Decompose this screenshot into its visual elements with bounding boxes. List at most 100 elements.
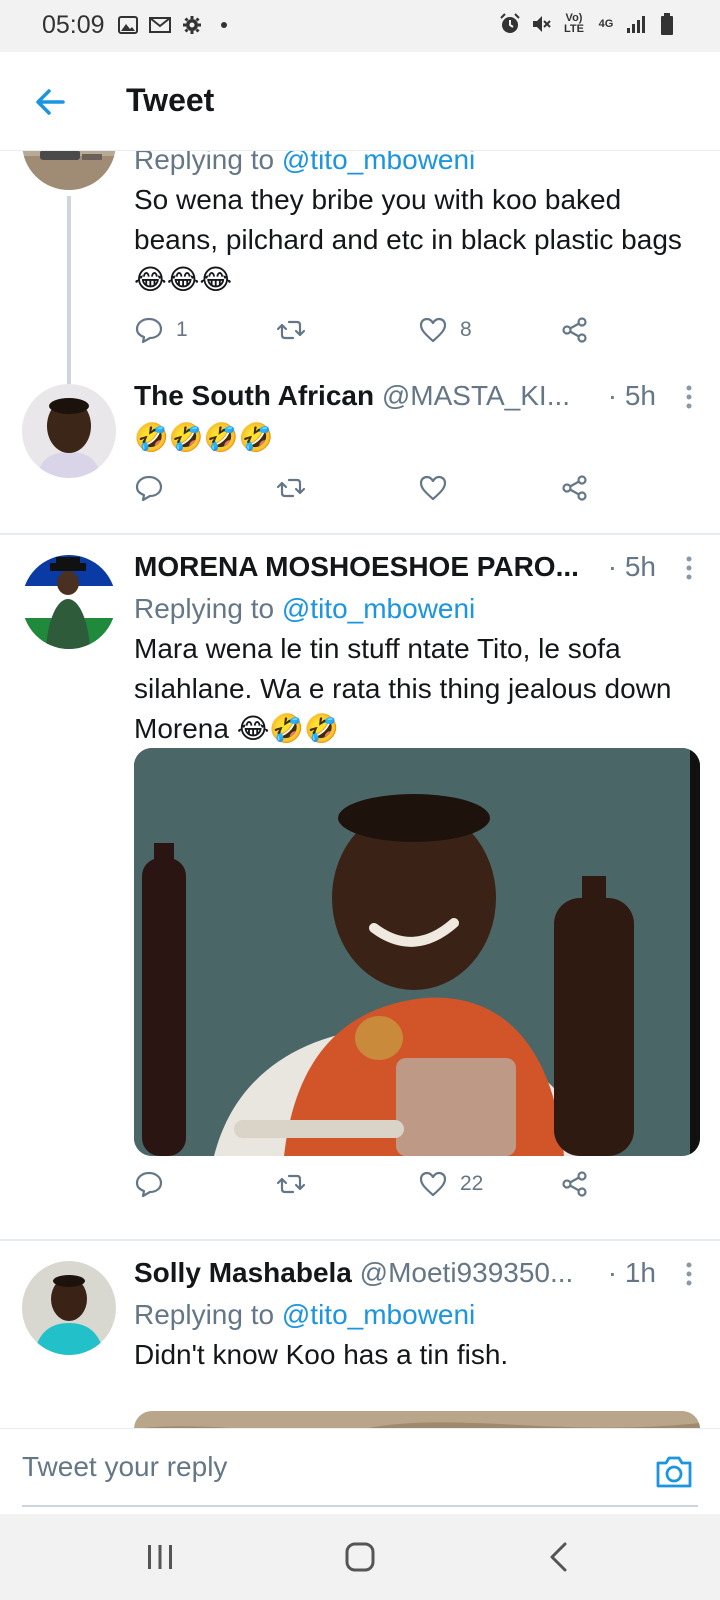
tweet-actions [134,468,614,508]
app-header: Tweet [0,52,720,151]
emoji-run: 🤣🤣🤣🤣 [134,422,274,453]
share-button[interactable] [560,310,590,350]
username[interactable]: @MASTA_KI... [382,380,570,411]
mention-link[interactable]: @tito_mboweni [282,150,475,175]
tweet-text: Mara wena le tin stuff ntate Tito, le so… [134,633,672,744]
reply-composer: Tweet your reply [0,1428,720,1515]
tweet-1[interactable]: Replying to @tito_mboweni So wena they b… [0,150,720,384]
tweet-media-image[interactable] [134,748,700,1156]
tweet-content: Replying to @tito_mboweni So wena they b… [134,150,698,300]
share-icon [562,475,587,501]
replying-to-label: Replying to [134,150,275,175]
tweet-4[interactable]: Solly Mashabela @Moeti939350... · 1h Rep… [0,1241,720,1428]
like-button[interactable] [418,468,460,508]
avatar[interactable] [22,1261,116,1355]
retweet-icon [276,1174,306,1194]
tweet-header: The South African @MASTA_KI... · 5h [134,380,698,418]
like-button[interactable]: 8 [418,310,472,350]
display-name[interactable]: MORENA MOSHOESHOE PARO... [134,551,579,582]
replying-to: Replying to @tito_mboweni [134,1295,698,1335]
heart-icon [419,1171,447,1197]
arrow-left-icon [36,89,65,115]
like-count: 8 [460,318,472,341]
status-notification-icons [117,14,235,36]
share-button[interactable] [560,1164,590,1204]
signal-icon [625,13,647,35]
alarm-icon [499,13,521,35]
tweet-content: Solly Mashabela @Moeti939350... · 1h Rep… [134,1257,698,1375]
recent-apps-button[interactable] [140,1540,180,1574]
more-options-button[interactable] [680,1259,698,1289]
emoji-run: 😂😂😂 [134,264,233,295]
speech-bubble-icon [135,1171,163,1198]
retweet-button[interactable] [276,310,318,350]
home-button[interactable] [340,1540,380,1574]
display-name[interactable]: Solly Mashabela [134,1257,352,1288]
retweet-icon [276,478,306,498]
volte-indicator: Vo) LTE [564,12,584,35]
like-count: 22 [460,1172,484,1195]
network-type-indicator: 4G [598,17,614,30]
tweet-time: · 5h [607,380,656,411]
camera-button[interactable] [654,1453,694,1491]
mention-link[interactable]: @tito_mboweni [282,593,475,624]
retweet-button[interactable] [276,1164,318,1204]
share-button[interactable] [560,468,590,508]
tweet-text-block: 🤣🤣🤣🤣 [134,418,698,458]
battery-icon [656,13,678,35]
settings-gear-icon [181,14,203,36]
reply-input[interactable]: Tweet your reply [22,1451,227,1483]
back-button[interactable] [30,82,70,122]
replying-to-label: Replying to [134,1299,275,1330]
tweet-actions: 1 8 [134,310,614,350]
avatar[interactable] [22,555,116,649]
more-options-button[interactable] [680,553,698,583]
share-icon [562,1171,587,1197]
dot-icon [213,14,235,36]
speech-bubble-icon [135,317,163,344]
gmail-icon [149,14,171,36]
reply-button[interactable] [134,468,176,508]
replying-to: Replying to @tito_mboweni [134,150,698,180]
username[interactable]: @Moeti939350... [360,1257,574,1288]
mention-link[interactable]: @tito_mboweni [282,1299,475,1330]
retweet-icon [276,320,306,340]
retweet-button[interactable] [276,468,318,508]
status-system-icons: Vo) LTE 4G [499,13,678,35]
tweet-actions: 22 [134,1164,614,1204]
tweet-thread[interactable]: Replying to @tito_mboweni So wena they b… [0,150,720,1428]
reply-button[interactable]: 1 [134,310,188,350]
system-navigation-bar [0,1514,720,1600]
tweet-2[interactable]: The South African @MASTA_KI... · 5h 🤣🤣🤣🤣 [0,368,720,520]
tweet-header: Solly Mashabela @Moeti939350... · 1h [134,1257,698,1295]
reply-button[interactable] [134,1164,176,1204]
tweet-time: · 1h [607,1257,656,1288]
more-vertical-icon [686,385,692,409]
tweet-text-block: Mara wena le tin stuff ntate Tito, le so… [134,629,698,749]
avatar[interactable] [22,150,116,190]
reply-count: 1 [176,318,188,341]
heart-icon [419,475,447,501]
tweet-text-block: Didn't know Koo has a tin fish. [134,1335,698,1375]
tweet-content: The South African @MASTA_KI... · 5h 🤣🤣🤣🤣 [134,380,698,458]
thread-connector [67,196,71,384]
tweet-media-image[interactable] [134,1411,700,1428]
display-name[interactable]: The South African [134,380,374,411]
chevron-left-icon [550,1542,567,1572]
input-underline [22,1505,698,1507]
emoji-run: 😂🤣🤣 [236,713,340,744]
tweet-header: MORENA MOSHOESHOE PARO... · 5h [134,551,698,589]
like-button[interactable]: 22 [418,1164,483,1204]
speech-bubble-icon [135,475,163,502]
more-vertical-icon [686,1262,692,1286]
gallery-icon [117,14,139,36]
page-title: Tweet [126,82,215,118]
more-options-button[interactable] [680,382,698,412]
mute-icon [530,13,552,35]
back-nav-button[interactable] [540,1540,580,1574]
avatar[interactable] [22,384,116,478]
share-icon [562,317,587,343]
tweet-time: · 5h [607,551,656,582]
tweet-text-block: So wena they bribe you with koo baked be… [134,180,698,300]
heart-icon [419,317,447,343]
